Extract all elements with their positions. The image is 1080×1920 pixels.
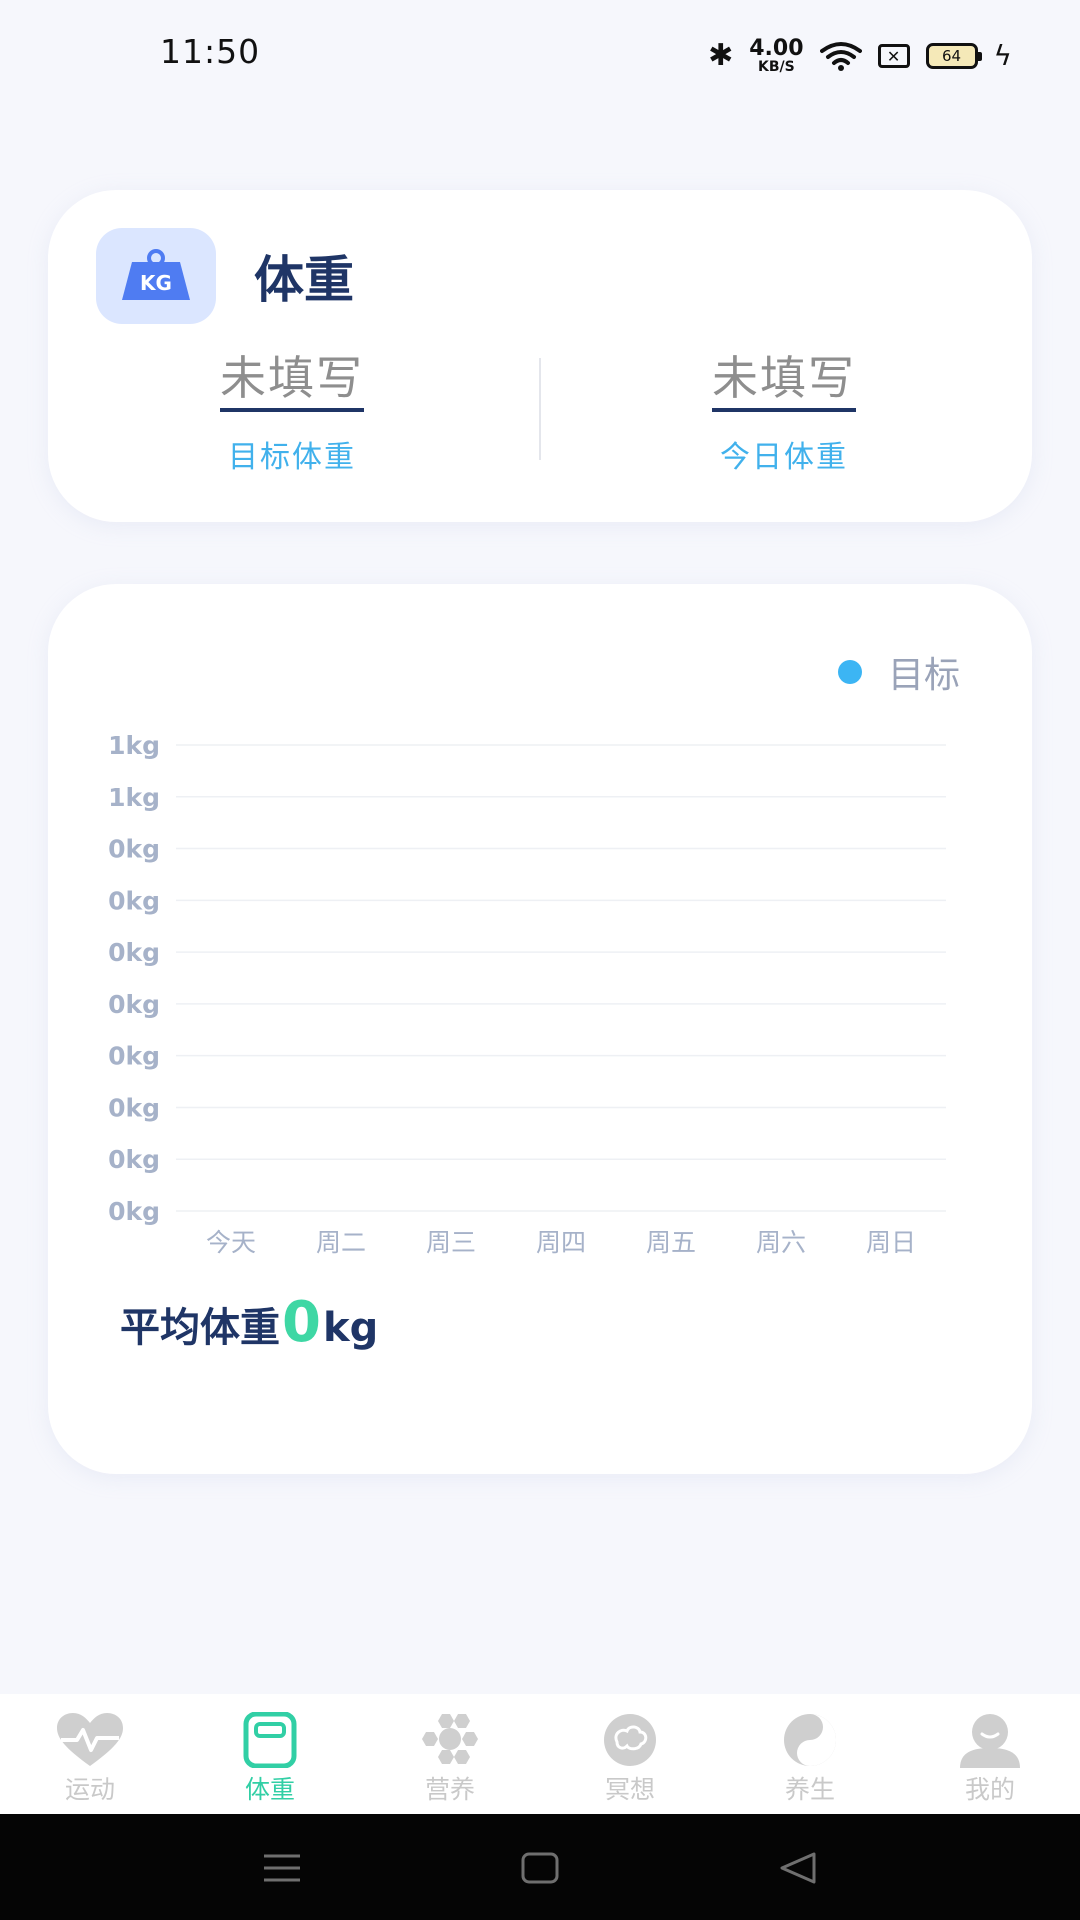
network-speed: 4.00 KB/S <box>749 36 804 75</box>
average-weight-unit: kg <box>322 1305 379 1351</box>
stat-divider <box>539 358 541 460</box>
x-tick-label: 周五 <box>646 1228 696 1257</box>
battery-icon: 64 <box>925 43 982 69</box>
average-weight-value: 0 <box>282 1290 321 1355</box>
target-weight-stat[interactable]: 未填写 目标体重 <box>92 350 492 476</box>
today-weight-value[interactable]: 未填写 <box>712 350 856 412</box>
tab-label: 冥想 <box>604 1775 655 1804</box>
tab-label: 运动 <box>64 1775 115 1804</box>
scale-icon <box>243 1712 297 1768</box>
average-weight: 平均体重 0 kg <box>120 1290 378 1355</box>
average-weight-label: 平均体重 <box>120 1305 280 1351</box>
today-weight-label: 今日体重 <box>720 440 848 475</box>
tab-label: 营养 <box>424 1775 475 1804</box>
legend-label: 目标 <box>887 655 960 696</box>
yin-yang-icon <box>784 1714 836 1766</box>
y-tick-label: 0kg <box>108 938 160 967</box>
kg-icon-text: KG <box>140 271 172 295</box>
menu-icon[interactable] <box>262 1848 302 1888</box>
back-icon[interactable] <box>778 1848 818 1888</box>
network-speed-value: 4.00 <box>749 36 804 61</box>
weight-card: KG 体重 未填写 目标体重 未填写 今日体重 <box>48 190 1032 522</box>
system-navigation-bar <box>0 1814 1080 1920</box>
x-tick-label: 周日 <box>866 1228 916 1257</box>
y-tick-label: 0kg <box>108 1145 160 1174</box>
battery-level: 64 <box>941 47 962 65</box>
kg-weight-icon: KG <box>96 228 216 324</box>
x-tick-label: 周三 <box>426 1228 476 1257</box>
x-tick-label: 今天 <box>206 1228 256 1257</box>
y-tick-label: 1kg <box>108 731 160 760</box>
tab-wellness[interactable]: 养生 <box>720 1694 900 1814</box>
y-tick-label: 0kg <box>108 1042 160 1071</box>
y-tick-label: 1kg <box>108 783 160 812</box>
wifi-icon <box>819 42 862 71</box>
x-tick-label: 周六 <box>756 1228 806 1257</box>
target-weight-value[interactable]: 未填写 <box>220 350 364 412</box>
home-icon[interactable] <box>520 1848 560 1888</box>
y-tick-label: 0kg <box>108 886 160 915</box>
y-tick-label: 0kg <box>108 990 160 1019</box>
y-tick-label: 0kg <box>108 835 160 864</box>
tab-label: 体重 <box>244 1775 295 1804</box>
bottom-tab-bar: 运动 体重 营养 冥想 养生 我的 <box>0 1694 1080 1814</box>
bluetooth-icon: ✱ <box>708 38 734 73</box>
network-speed-unit: KB/S <box>758 59 795 75</box>
tab-profile[interactable]: 我的 <box>900 1694 1080 1814</box>
tab-nutrition[interactable]: 营养 <box>360 1694 540 1814</box>
weight-chart-card: 1kg 1kg 0kg 0kg 0kg 0kg 0kg 0kg 0kg 0kg 今天 周二 周三 周四 周五… <box>48 584 1032 1474</box>
tab-meditation[interactable]: 冥想 <box>540 1694 720 1814</box>
x-tick-label: 周二 <box>316 1228 366 1257</box>
no-sim-icon: ✕ <box>877 44 910 68</box>
y-tick-label: 0kg <box>108 1093 160 1122</box>
status-time: 11:50 <box>160 32 261 71</box>
tab-weight[interactable]: 体重 <box>180 1694 360 1814</box>
chart-legend: 目标 <box>837 646 960 698</box>
target-weight-label: 目标体重 <box>228 440 356 475</box>
tab-label: 养生 <box>784 1775 835 1804</box>
honeycomb-icon <box>422 1714 478 1764</box>
brain-icon <box>604 1714 656 1766</box>
tab-label: 我的 <box>964 1775 1015 1804</box>
tab-exercise[interactable]: 运动 <box>0 1694 180 1814</box>
legend-dot-icon <box>837 660 862 684</box>
person-icon <box>960 1714 1020 1768</box>
today-weight-stat[interactable]: 未填写 今日体重 <box>584 350 984 476</box>
charging-icon: ϟ <box>993 39 1012 72</box>
weight-title: 体重 <box>254 251 354 309</box>
heart-pulse-icon <box>57 1713 123 1766</box>
x-tick-label: 周四 <box>536 1228 586 1257</box>
status-bar: 11:50 ✱ 4.00 KB/S ✕ 64 ϟ <box>0 0 1080 110</box>
y-tick-label: 0kg <box>108 1197 160 1226</box>
status-icons: ✱ 4.00 KB/S ✕ 64 ϟ <box>708 36 1012 76</box>
